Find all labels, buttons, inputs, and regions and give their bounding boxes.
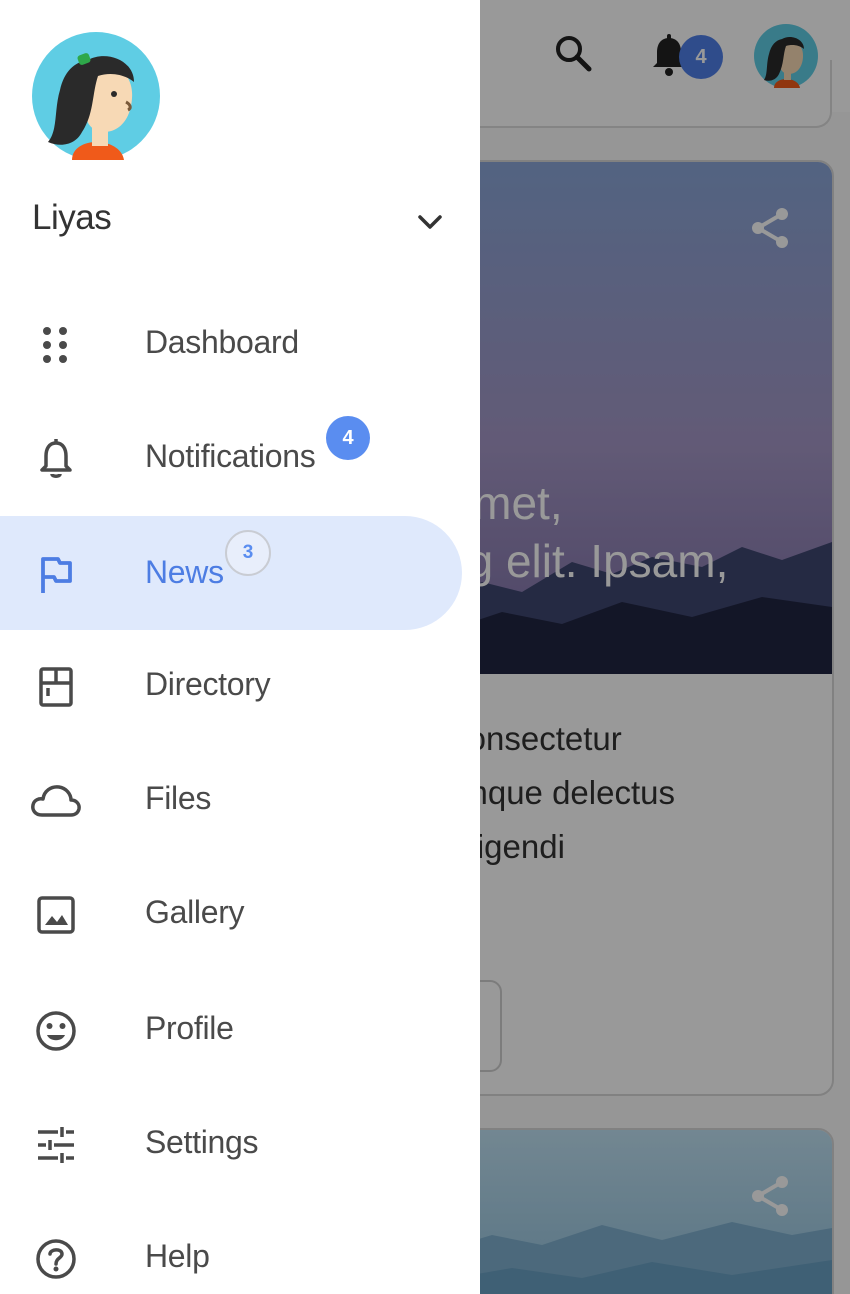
chevron-down-icon[interactable] — [414, 206, 446, 238]
tune-icon — [28, 1121, 84, 1169]
nav-item-notifications[interactable]: Notifications 4 — [0, 400, 480, 514]
nav-item-label: Files — [145, 780, 212, 816]
bell-icon — [28, 435, 84, 483]
news-count-badge: 3 — [225, 530, 271, 576]
image-icon — [28, 891, 84, 939]
nav-item-label: Help — [145, 1238, 210, 1274]
nav-item-directory[interactable]: Directory — [0, 628, 480, 742]
smiley-icon — [28, 1007, 84, 1055]
nav-item-help[interactable]: Help — [0, 1200, 480, 1294]
directory-icon — [28, 663, 84, 711]
nav-item-label: Gallery — [145, 894, 245, 930]
nav-item-label: Directory — [145, 666, 271, 702]
nav-item-label: Dashboard — [145, 324, 299, 360]
dashboard-dots-icon — [28, 321, 84, 369]
flag-icon — [28, 551, 84, 599]
nav-item-label: News — [145, 554, 224, 590]
nav-item-label: Profile — [145, 1010, 234, 1046]
user-name: Liyas — [32, 198, 112, 237]
nav-item-label: Notifications — [145, 438, 316, 474]
nav-item-dashboard[interactable]: Dashboard — [0, 286, 480, 400]
nav-item-news[interactable]: News 3 — [0, 516, 480, 630]
nav-item-profile[interactable]: Profile — [0, 972, 480, 1086]
navigation-drawer: Liyas Dashboard Notifications 4 News 3 D… — [0, 0, 480, 1294]
notification-count-badge: 4 — [326, 416, 370, 460]
nav-item-files[interactable]: Files — [0, 742, 480, 856]
cloud-icon — [28, 777, 84, 825]
avatar[interactable] — [32, 32, 160, 160]
account-switcher[interactable]: Liyas — [0, 184, 480, 254]
nav-item-label: Settings — [145, 1124, 259, 1160]
nav-item-gallery[interactable]: Gallery — [0, 856, 480, 970]
help-icon — [28, 1235, 84, 1283]
nav-item-settings[interactable]: Settings — [0, 1086, 480, 1200]
